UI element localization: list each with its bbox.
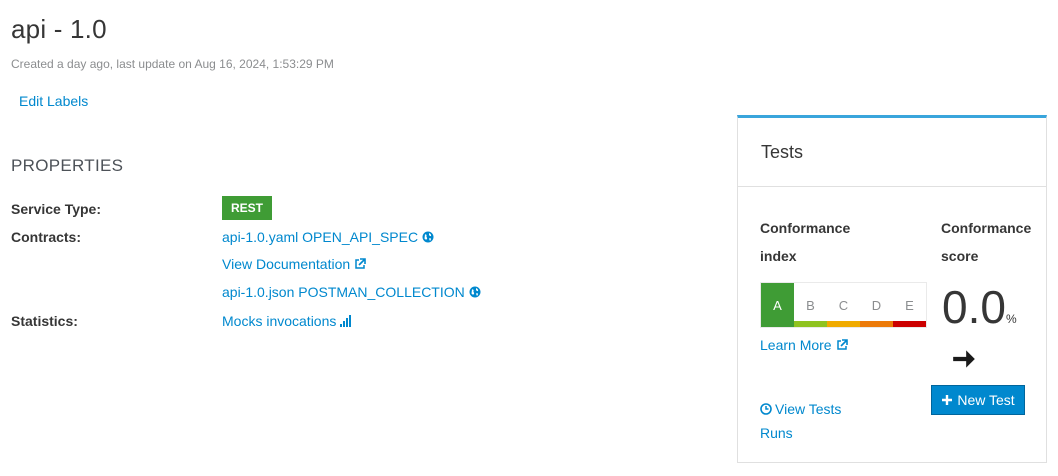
grade-a: A: [761, 283, 794, 327]
contract-link-label: api-1.0.json POSTMAN_COLLECTION: [222, 284, 465, 300]
grade-c: C: [827, 283, 860, 327]
grade-color-bar: [893, 321, 926, 327]
grade-color-bar: [794, 321, 827, 327]
statistics-label: Statistics:: [11, 313, 78, 329]
service-type-label: Service Type:: [11, 201, 102, 217]
contracts-label: Contracts:: [11, 229, 82, 245]
page-title: api - 1.0: [11, 14, 107, 44]
view-documentation-label: View Documentation: [222, 256, 351, 272]
grade-e: E: [893, 283, 926, 327]
grade-color-bar: [827, 321, 860, 327]
service-type-badge: REST: [222, 196, 272, 220]
external-link-icon: [355, 258, 366, 269]
tests-card-title: Tests: [738, 118, 1046, 187]
edit-labels-link[interactable]: Edit Labels: [19, 93, 88, 109]
new-test-button[interactable]: New Test: [931, 385, 1025, 415]
view-tests-runs-link[interactable]: View Tests Runs: [760, 397, 870, 445]
grade-label: E: [905, 297, 914, 313]
grade-d: D: [860, 283, 893, 327]
conformance-grade-scale: A B C D E: [760, 282, 927, 328]
contract-link-postman[interactable]: api-1.0.json POSTMAN_COLLECTION: [222, 284, 481, 300]
tests-card: Tests Conformance index Conformance scor…: [737, 115, 1047, 463]
globe-icon: [469, 286, 481, 298]
plus-icon: [942, 395, 953, 405]
learn-more-label: Learn More: [760, 337, 832, 353]
view-tests-runs-label: View Tests Runs: [760, 401, 842, 441]
grade-label: D: [871, 297, 882, 313]
mocks-invocations-label: Mocks invocations: [222, 313, 337, 329]
grade-color-bar: [860, 321, 893, 327]
grade-label: C: [838, 297, 849, 313]
clock-icon: [760, 403, 772, 415]
contract-link-openapi[interactable]: api-1.0.yaml OPEN_API_SPEC: [222, 229, 434, 245]
grade-label: B: [806, 297, 815, 313]
grade-b: B: [794, 283, 827, 327]
page-subtitle: Created a day ago, last update on Aug 16…: [11, 57, 334, 71]
new-test-label: New Test: [957, 392, 1015, 408]
view-documentation-link[interactable]: View Documentation: [222, 256, 366, 272]
conformance-score-unit: %: [1005, 312, 1017, 326]
conformance-score: 0.0%: [942, 282, 1017, 344]
contract-link-label: api-1.0.yaml OPEN_API_SPEC: [222, 229, 419, 245]
external-link-icon: [836, 339, 848, 350]
properties-heading: PROPERTIES: [11, 156, 124, 175]
conformance-score-title: Conformance score: [941, 220, 1032, 264]
learn-more-link[interactable]: Learn More: [760, 337, 848, 353]
conformance-index-title: Conformance index: [760, 220, 851, 264]
globe-icon: [422, 231, 434, 243]
conformance-score-value: 0.0: [942, 281, 1006, 333]
mocks-invocations-link[interactable]: Mocks invocations: [222, 313, 352, 329]
grade-label: A: [773, 297, 782, 313]
service-detail-page: api - 1.0 Created a day ago, last update…: [0, 0, 1058, 476]
arrow-right-icon: [953, 350, 975, 368]
bar-chart-icon: [340, 315, 352, 327]
